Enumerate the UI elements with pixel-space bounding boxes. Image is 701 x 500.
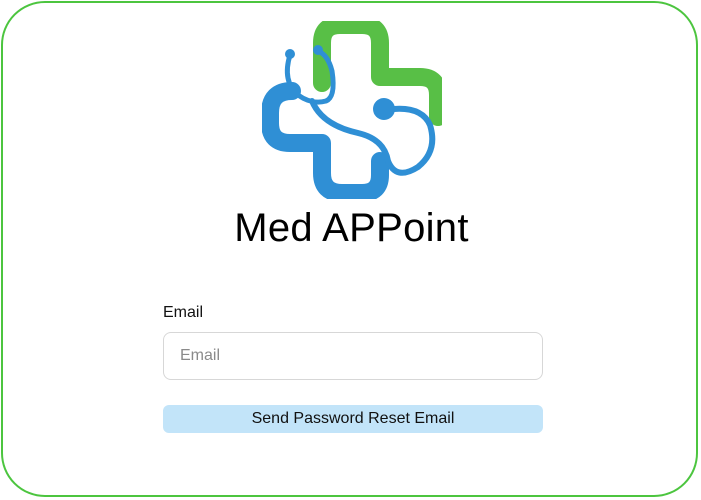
- email-field[interactable]: [163, 332, 543, 380]
- email-label: Email: [163, 304, 204, 321]
- send-password-reset-button[interactable]: Send Password Reset Email: [163, 405, 543, 433]
- medical-cross-stethoscope-icon: [262, 21, 442, 199]
- app-title: Med APPoint: [234, 206, 469, 250]
- reset-password-card: Med APPoint Email Send Password Reset Em…: [1, 1, 698, 497]
